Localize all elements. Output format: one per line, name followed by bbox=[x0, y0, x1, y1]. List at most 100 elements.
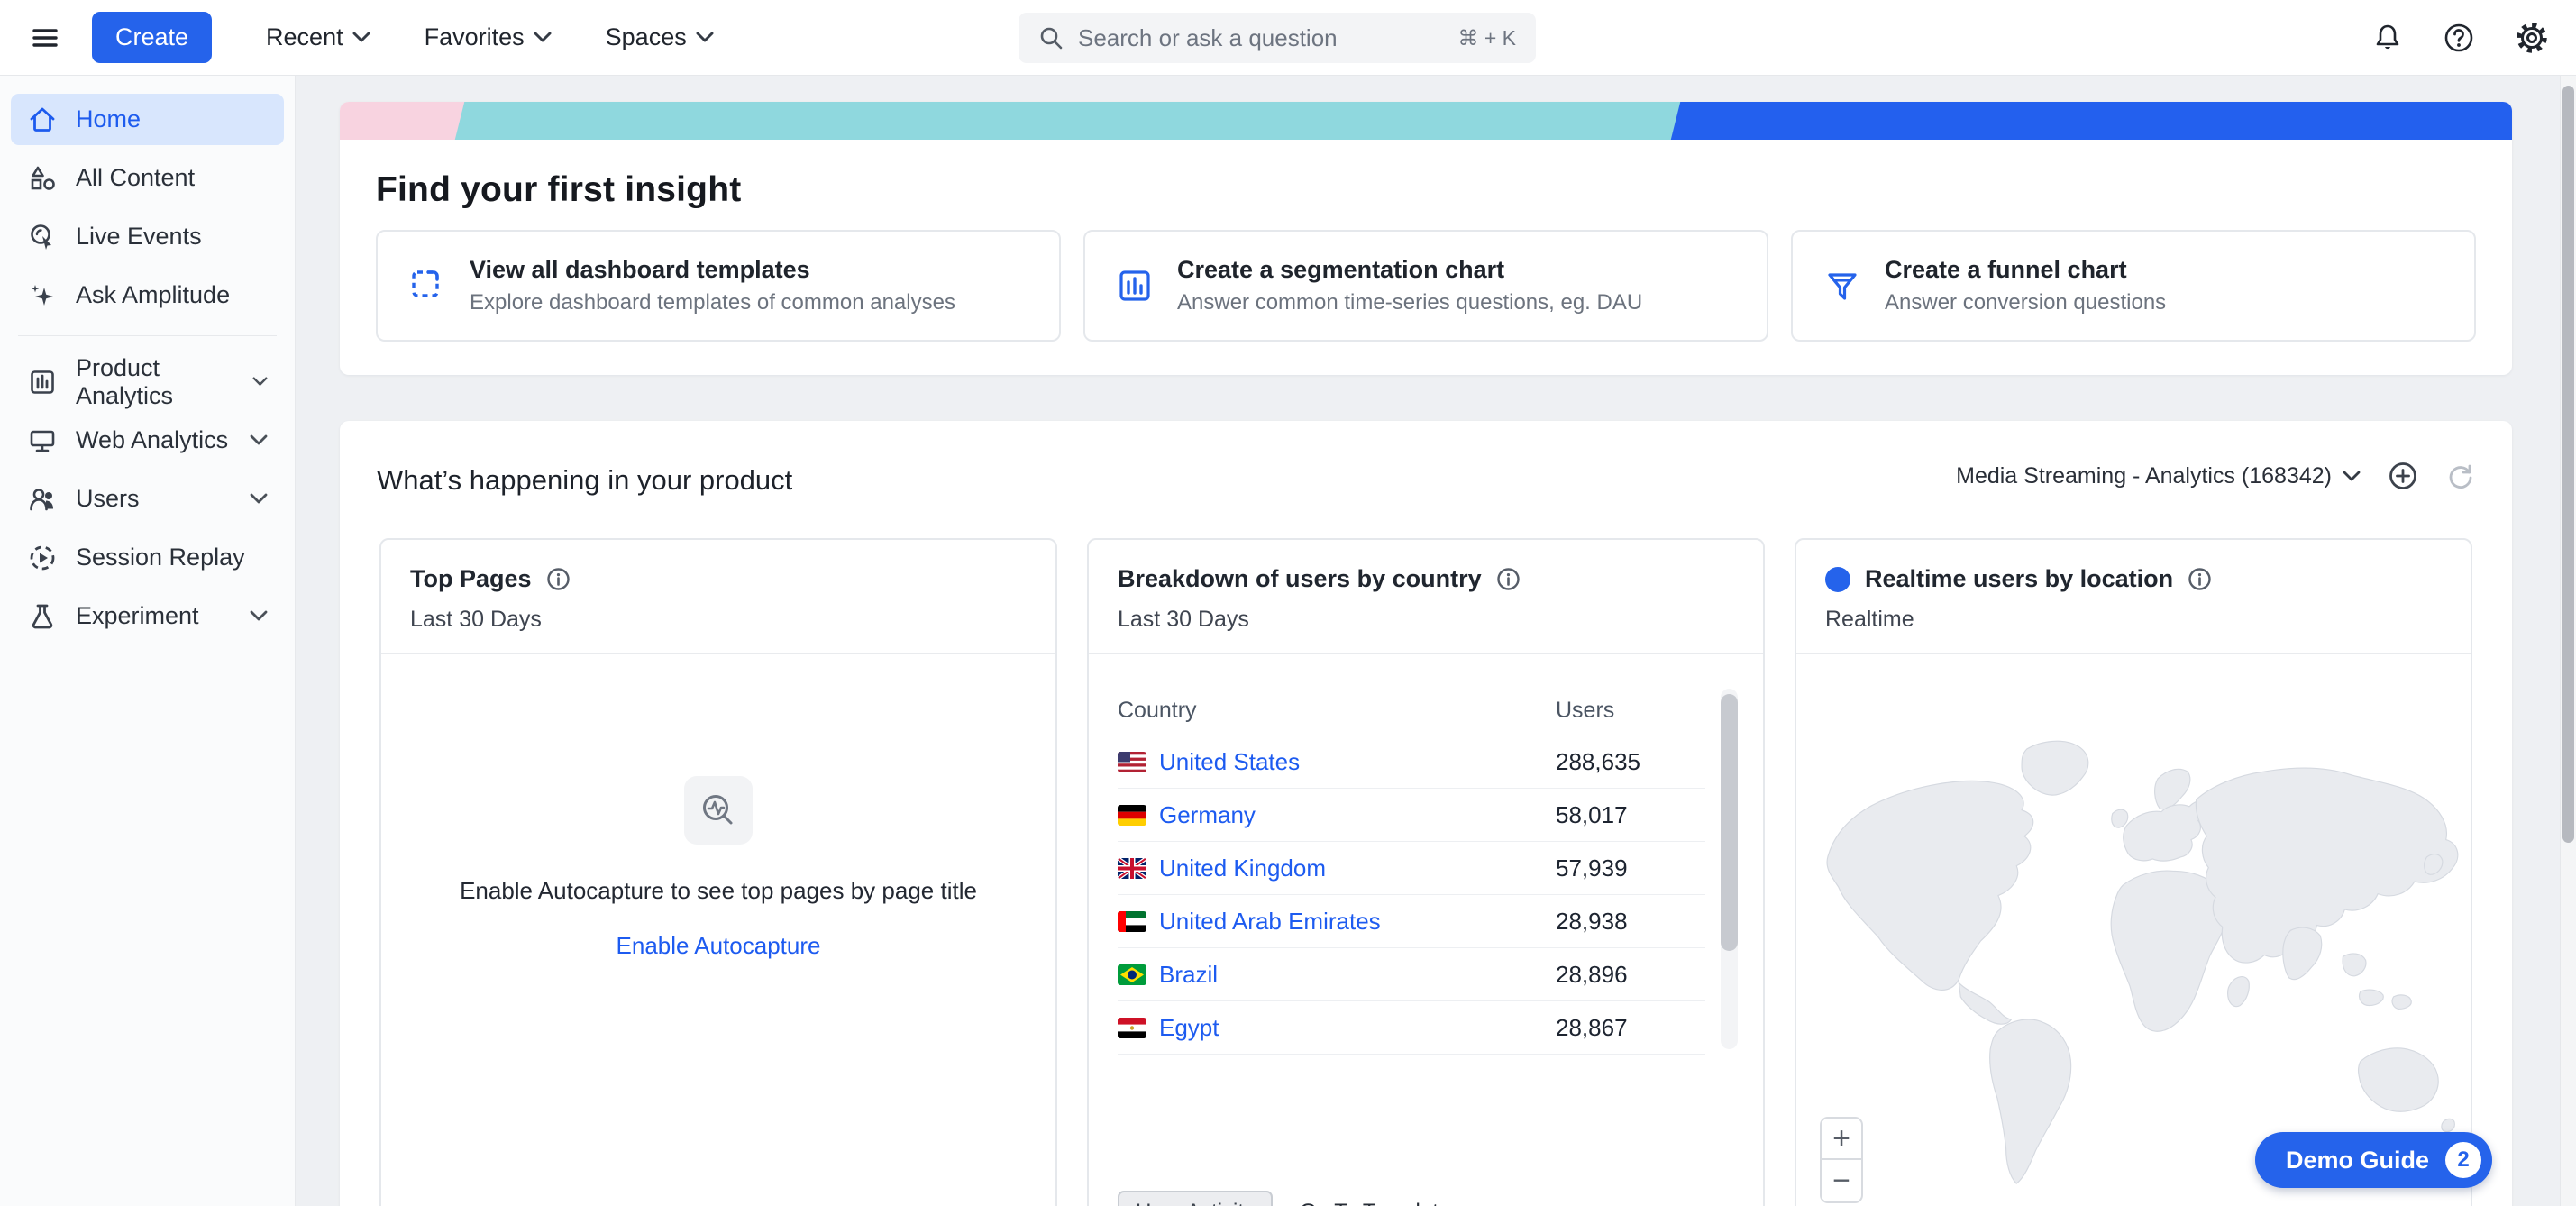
sidebar-item-product-analytics[interactable]: Product Analytics bbox=[11, 356, 284, 407]
map-zoom-out-button[interactable]: − bbox=[1822, 1160, 1861, 1201]
card-view-dashboard-templates[interactable]: View all dashboard templates Explore das… bbox=[376, 230, 1061, 342]
info-icon[interactable] bbox=[1496, 567, 1521, 591]
country-table-header: Country Users bbox=[1118, 687, 1705, 735]
insight-banner: Find your first insight View all dashboa… bbox=[340, 102, 2512, 375]
country-link[interactable]: United States bbox=[1118, 748, 1300, 776]
search-icon bbox=[1038, 25, 1064, 50]
table-row: Brazil 28,896 bbox=[1118, 948, 1705, 1001]
country-users: 288,635 bbox=[1556, 748, 1640, 776]
menu-recent-label: Recent bbox=[266, 23, 343, 51]
menu-favorites[interactable]: Favorites bbox=[425, 23, 552, 51]
page-scrollbar-thumb[interactable] bbox=[2562, 86, 2574, 843]
country-name: United Kingdom bbox=[1159, 854, 1326, 882]
realtime-accent-dot bbox=[1825, 567, 1850, 592]
table-scrollbar-thumb[interactable] bbox=[1721, 694, 1738, 951]
refresh-icon[interactable] bbox=[2445, 461, 2476, 491]
country-breakdown-title: Breakdown of users by country bbox=[1118, 565, 1482, 593]
sidebar-item-ask-amplitude[interactable]: Ask Amplitude bbox=[11, 270, 284, 321]
card-subtitle: Answer common time-series questions, eg.… bbox=[1177, 290, 1642, 315]
funnel-chart-icon bbox=[1823, 267, 1861, 305]
realtime-range: Realtime bbox=[1825, 607, 2442, 633]
brazil-flag-icon bbox=[1118, 964, 1146, 985]
country-name: Brazil bbox=[1159, 961, 1218, 989]
top-pages-title: Top Pages bbox=[410, 565, 532, 593]
go-to-template-link[interactable]: Go To Template → bbox=[1300, 1200, 1483, 1206]
sidebar-item-users[interactable]: Users bbox=[11, 473, 284, 525]
top-pages-range: Last 30 Days bbox=[410, 607, 1027, 633]
realtime-title: Realtime users by location bbox=[1865, 565, 2173, 593]
sidebar-item-label: Live Events bbox=[76, 223, 202, 251]
card-title: Create a segmentation chart bbox=[1177, 256, 1642, 284]
menu-spaces[interactable]: Spaces bbox=[606, 23, 714, 51]
uae-flag-icon bbox=[1118, 911, 1146, 932]
chevron-down-icon bbox=[250, 434, 268, 446]
column-users: Users bbox=[1556, 698, 1614, 724]
enable-autocapture-link[interactable]: Enable Autocapture bbox=[617, 932, 821, 960]
country-users: 28,896 bbox=[1556, 961, 1628, 989]
banner-title: Find your first insight bbox=[376, 170, 741, 210]
sidebar-item-label: Ask Amplitude bbox=[76, 281, 230, 309]
sidebar-item-web-analytics[interactable]: Web Analytics bbox=[11, 415, 284, 466]
menu-spaces-label: Spaces bbox=[606, 23, 687, 51]
project-selector[interactable]: Media Streaming - Analytics (168342) bbox=[1956, 463, 2361, 489]
sidebar: Home All Content Live Events Ask Amplitu… bbox=[0, 76, 296, 1206]
sidebar-item-label: Home bbox=[76, 105, 141, 133]
card-create-segmentation-chart[interactable]: Create a segmentation chart Answer commo… bbox=[1083, 230, 1768, 342]
country-link[interactable]: Egypt bbox=[1118, 1014, 1219, 1042]
table-row: Germany 58,017 bbox=[1118, 789, 1705, 842]
uk-flag-icon bbox=[1118, 858, 1146, 879]
sidebar-item-experiment[interactable]: Experiment bbox=[11, 590, 284, 642]
info-icon[interactable] bbox=[2188, 567, 2212, 591]
create-button[interactable]: Create bbox=[92, 12, 212, 63]
hamburger-menu-icon[interactable] bbox=[27, 20, 63, 56]
map-zoom-controls: + − bbox=[1820, 1117, 1863, 1203]
info-icon[interactable] bbox=[546, 567, 571, 591]
card-subtitle: Explore dashboard templates of common an… bbox=[470, 290, 955, 315]
sidebar-divider bbox=[18, 335, 277, 336]
country-table: Country Users United States 288,635 bbox=[1118, 687, 1705, 1055]
menu-favorites-label: Favorites bbox=[425, 23, 525, 51]
chevron-down-icon bbox=[2343, 471, 2361, 482]
notifications-bell-icon[interactable] bbox=[2372, 23, 2403, 53]
go-to-template-label: Go To Template bbox=[1300, 1200, 1450, 1206]
country-users: 58,017 bbox=[1556, 801, 1628, 829]
sidebar-item-all-content[interactable]: All Content bbox=[11, 152, 284, 204]
user-activity-chip[interactable]: User Activity bbox=[1118, 1191, 1273, 1206]
sidebar-item-label: Session Replay bbox=[76, 544, 245, 571]
world-map bbox=[1802, 657, 2465, 1206]
sparkles-icon bbox=[27, 280, 58, 311]
table-scrollbar bbox=[1721, 689, 1738, 1049]
session-replay-icon bbox=[27, 543, 58, 573]
demo-guide-button[interactable]: Demo Guide 2 bbox=[2255, 1132, 2492, 1188]
chevron-down-icon bbox=[534, 32, 552, 43]
country-link[interactable]: United Arab Emirates bbox=[1118, 908, 1381, 936]
arrow-right-icon: → bbox=[1461, 1200, 1483, 1206]
help-icon[interactable] bbox=[2443, 22, 2475, 54]
country-link[interactable]: Brazil bbox=[1118, 961, 1218, 989]
country-breakdown-card: Breakdown of users by country Last 30 Da… bbox=[1087, 538, 1765, 1206]
sidebar-item-label: All Content bbox=[76, 164, 195, 192]
country-link[interactable]: United Kingdom bbox=[1118, 854, 1326, 882]
sidebar-item-live-events[interactable]: Live Events bbox=[11, 211, 284, 262]
sidebar-item-home[interactable]: Home bbox=[11, 94, 284, 145]
chevron-down-icon bbox=[252, 376, 268, 388]
search-input[interactable] bbox=[1078, 24, 1443, 52]
search-shortcut: ⌘ + K bbox=[1457, 26, 1516, 50]
top-pages-card: Top Pages Last 30 Days Enable Autocaptur… bbox=[379, 538, 1057, 1206]
main-content: Find your first insight View all dashboa… bbox=[296, 76, 2576, 1206]
settings-gear-icon[interactable] bbox=[2515, 21, 2549, 55]
country-link[interactable]: Germany bbox=[1118, 801, 1256, 829]
add-card-icon[interactable] bbox=[2388, 461, 2418, 491]
stripe-teal bbox=[453, 102, 1692, 140]
card-create-funnel-chart[interactable]: Create a funnel chart Answer conversion … bbox=[1791, 230, 2476, 342]
country-users: 57,939 bbox=[1556, 854, 1628, 882]
country-name: Egypt bbox=[1159, 1014, 1219, 1042]
experiment-flask-icon bbox=[27, 601, 58, 632]
demo-guide-badge: 2 bbox=[2445, 1142, 2481, 1178]
product-analytics-icon bbox=[27, 367, 58, 397]
menu-recent[interactable]: Recent bbox=[266, 23, 370, 51]
map-zoom-in-button[interactable]: + bbox=[1822, 1119, 1861, 1160]
segmentation-chart-icon bbox=[1116, 267, 1154, 305]
search-bar[interactable]: ⌘ + K bbox=[1019, 13, 1536, 63]
sidebar-item-session-replay[interactable]: Session Replay bbox=[11, 532, 284, 583]
